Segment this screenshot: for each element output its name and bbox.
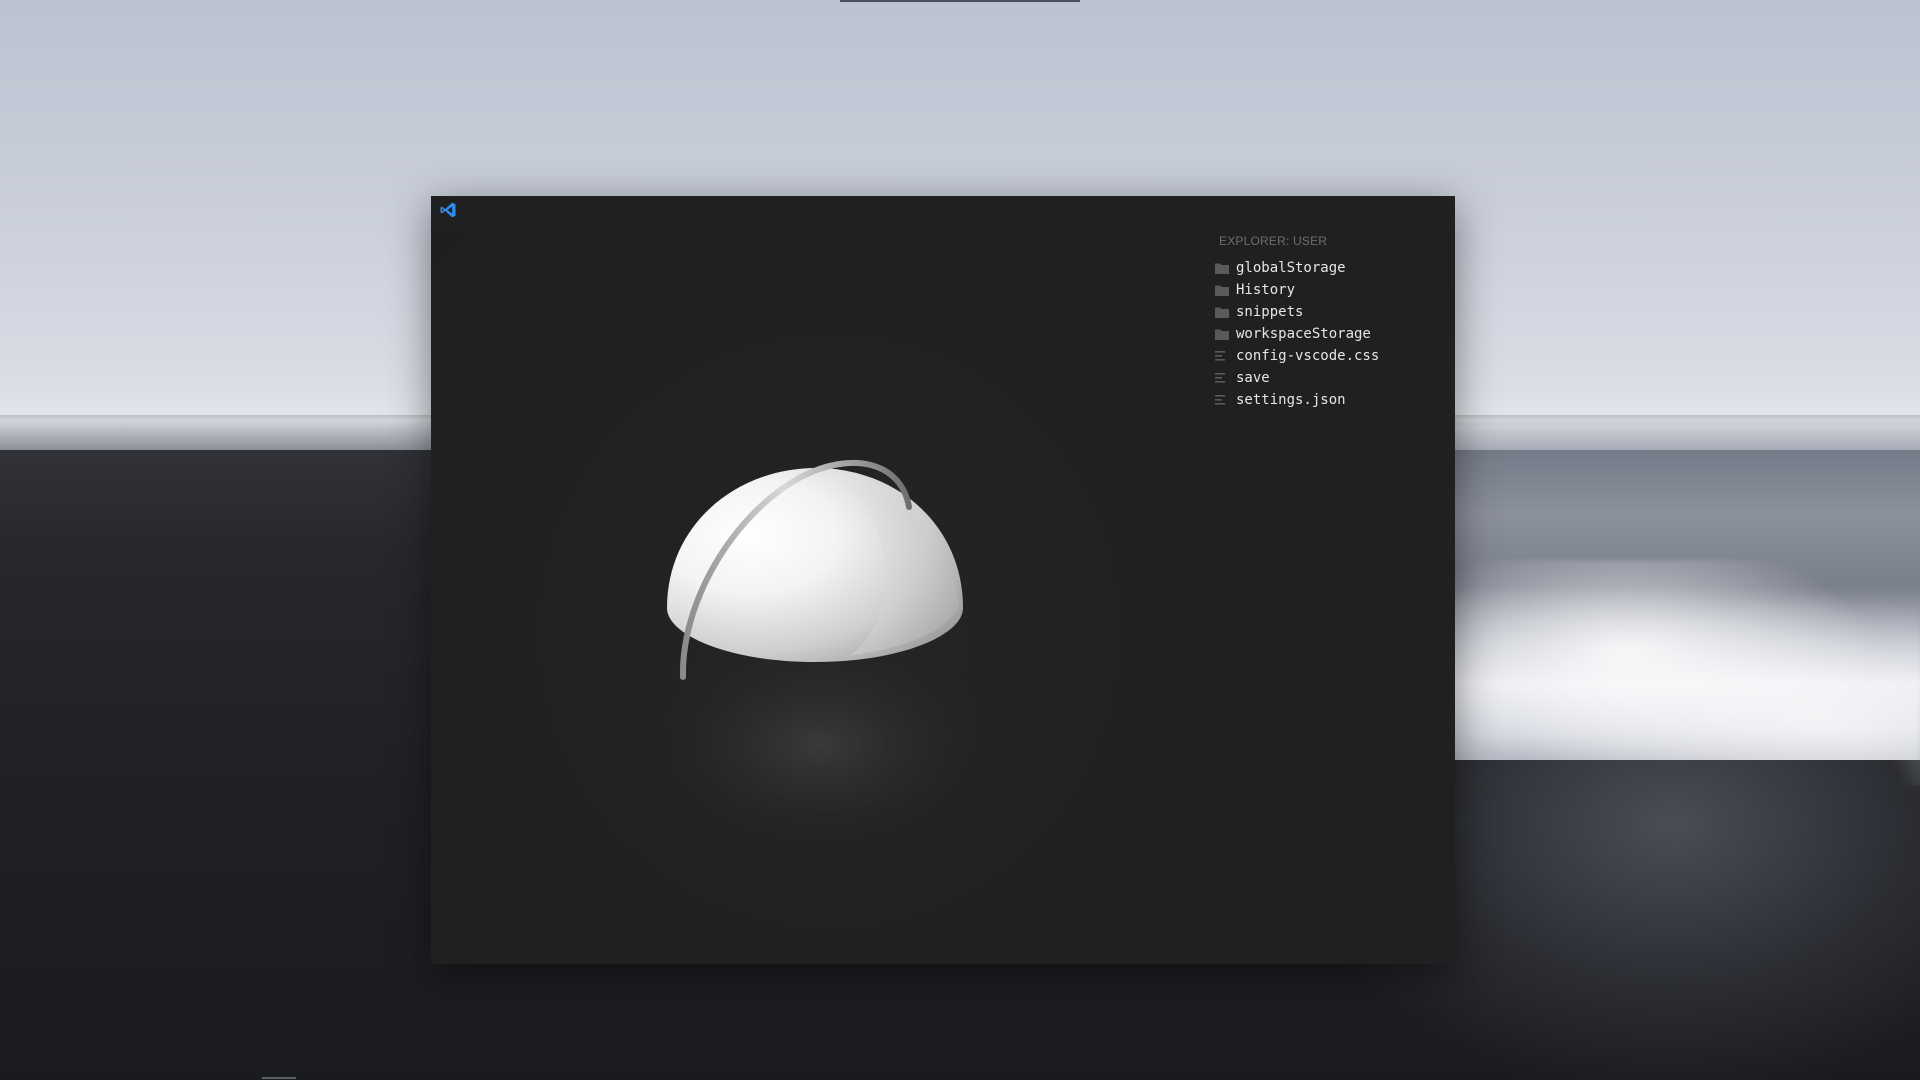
tree-item-history[interactable]: History [1199, 279, 1455, 301]
tree-item-settings-json[interactable]: settings.json [1199, 389, 1455, 411]
tree-item-workspacestorage[interactable]: workspaceStorage [1199, 323, 1455, 345]
vscode-window[interactable]: EXPLORER: USER globalStorage History sni… [431, 196, 1455, 964]
vscode-logo-icon[interactable] [439, 201, 457, 219]
explorer-file-tree: globalStorage History snippets workspace… [1199, 257, 1455, 411]
tree-item-save[interactable]: save [1199, 367, 1455, 389]
folder-icon [1215, 263, 1229, 274]
tree-item-label: globalStorage [1236, 260, 1346, 276]
editor-area[interactable] [431, 225, 1199, 964]
folder-icon [1215, 307, 1229, 318]
tree-item-snippets[interactable]: snippets [1199, 301, 1455, 323]
vscode-watermark-hemisphere-icon [629, 459, 1009, 865]
title-bar[interactable] [431, 196, 1455, 225]
tree-item-label: workspaceStorage [1236, 326, 1371, 342]
tree-item-label: snippets [1236, 304, 1304, 320]
tree-item-config-vscode-css[interactable]: config-vscode.css [1199, 345, 1455, 367]
file-lines-icon [1215, 351, 1225, 361]
bottom-edge-indicator [262, 1077, 296, 1079]
top-edge-indicator [840, 0, 1080, 2]
explorer-sidebar[interactable]: EXPLORER: USER globalStorage History sni… [1199, 225, 1455, 964]
folder-icon [1215, 285, 1229, 296]
tree-item-label: config-vscode.css [1236, 348, 1380, 364]
tree-item-globalstorage[interactable]: globalStorage [1199, 257, 1455, 279]
tree-item-label: settings.json [1236, 392, 1346, 408]
explorer-title: EXPLORER: USER [1219, 234, 1328, 248]
file-lines-icon [1215, 395, 1225, 405]
wallpaper-foam [1430, 560, 1920, 790]
file-lines-icon [1215, 373, 1225, 383]
folder-icon [1215, 329, 1229, 340]
tree-item-label: History [1236, 282, 1296, 298]
tree-item-label: save [1236, 370, 1270, 386]
